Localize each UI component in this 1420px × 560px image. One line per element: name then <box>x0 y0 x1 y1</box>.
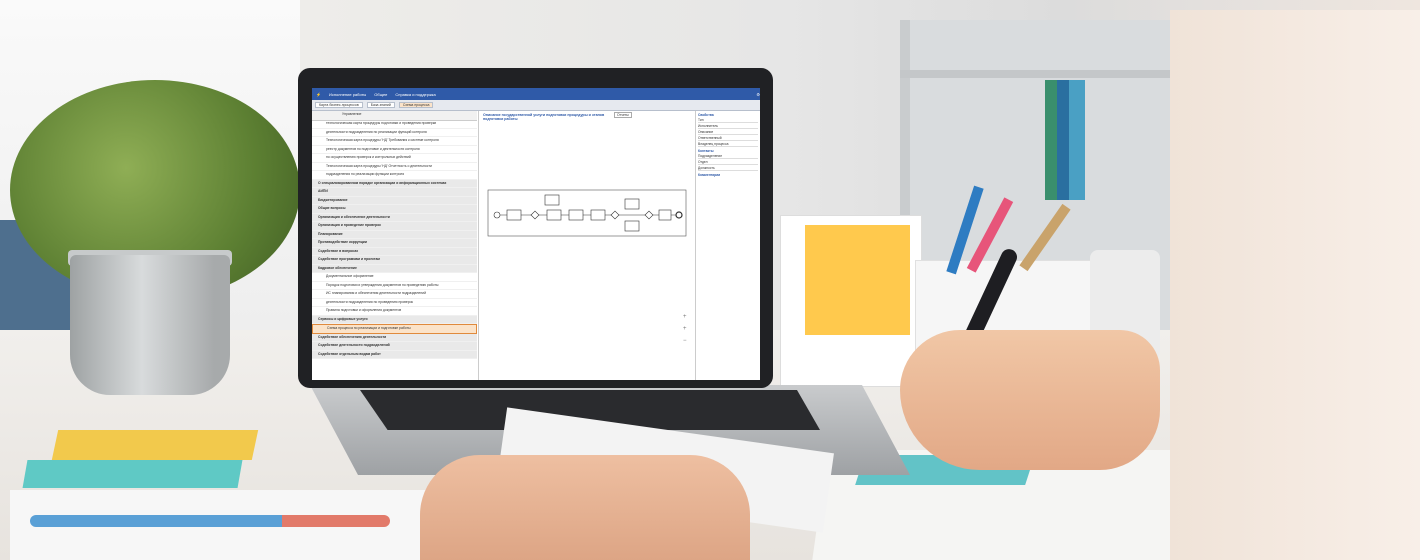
tree-item[interactable]: Схема процесса по реализации и подготовк… <box>312 324 477 334</box>
person-shoulder <box>1170 10 1420 560</box>
right-hand <box>900 330 1160 470</box>
tree-panel: технологическая карта процедуры подготов… <box>312 120 477 380</box>
tree-group[interactable]: Бюджетирование <box>312 196 477 205</box>
gateway-2 <box>610 210 620 220</box>
task-8 <box>658 209 672 221</box>
diagram-panel: Описание государственной услуги подготов… <box>478 111 696 380</box>
properties-heading: Свойства <box>698 113 714 117</box>
lightning-icon[interactable]: ⚡ <box>316 92 321 97</box>
zoom-in-icon[interactable]: + <box>683 323 687 335</box>
tree-group[interactable]: Общие вопросы <box>312 205 477 214</box>
shelf-board <box>900 70 1170 78</box>
app-topbar: ⚡ Исполнение работы Общее Справка и подд… <box>312 88 760 100</box>
property-row[interactable]: Тип <box>698 118 758 123</box>
tree-item[interactable]: по осуществлению проверок и контрольных … <box>312 154 477 163</box>
tree-group[interactable]: Противодействие коррупции <box>312 239 477 248</box>
contact-row[interactable]: Должность <box>698 166 758 171</box>
tree-item[interactable]: Порядок подготовки и утверждения докумен… <box>312 282 477 290</box>
gateway-3 <box>644 210 654 220</box>
menu-item-work[interactable]: Исполнение работы <box>329 92 366 97</box>
tree-group[interactable]: Организация и обеспечение деятельности <box>312 213 477 222</box>
tree-group[interactable]: Планирование <box>312 230 477 239</box>
tree-group[interactable]: Сервисы и цифровые услуги <box>312 315 477 324</box>
tree-group[interactable]: О специализированном порядке организации… <box>312 179 477 188</box>
tree-item[interactable]: деятельности подразделения по проведению… <box>312 299 477 307</box>
property-row[interactable]: Исполнитель <box>698 124 758 129</box>
tree-item[interactable]: Документальное оформление <box>312 273 477 282</box>
tab-process-map[interactable]: Карта бизнес-процессов <box>315 102 363 108</box>
reports-button[interactable]: Отчеты <box>614 112 632 118</box>
tab-bar: Карта бизнес-процессов База знаний Схема… <box>312 100 760 111</box>
bpmn-diagram <box>487 189 687 237</box>
task-4 <box>568 209 584 221</box>
zoom-out-icon[interactable]: − <box>683 335 687 347</box>
tree-group[interactable]: АИПИ <box>312 188 477 197</box>
paper-chart-bar <box>30 515 390 527</box>
property-row[interactable]: Ответственный <box>698 136 758 141</box>
left-hand <box>420 455 750 560</box>
task-7 <box>624 220 640 232</box>
tree-item[interactable]: реестр документов по подготовке и деятел… <box>312 146 477 154</box>
task-6 <box>624 198 640 210</box>
sticky-note-orange <box>805 225 910 335</box>
tab-knowledge-base[interactable]: База знаний <box>366 102 395 108</box>
tree-item[interactable]: Технологическая карта процедуры 'НД' Тре… <box>312 137 477 146</box>
property-row[interactable]: Владелец процесса <box>698 142 758 147</box>
start-event <box>493 211 501 219</box>
tree-group[interactable]: Организация и проведение проверок <box>312 222 477 231</box>
menu-item-general[interactable]: Общее <box>374 92 387 97</box>
tree-item[interactable]: деятельности подразделения по реализации… <box>312 129 477 137</box>
tree-group[interactable]: Содействие обеспечению деятельности <box>312 333 477 342</box>
tab-process-scheme[interactable]: Схема процесса <box>398 102 434 108</box>
books <box>1045 80 1085 200</box>
laptop-screen: ⚡ Исполнение работы Общее Справка и подд… <box>312 88 760 380</box>
tree-item[interactable]: ИС планирования и обеспечения деятельнос… <box>312 290 477 299</box>
diagram-title: Описание государственной услуги подготов… <box>483 113 605 121</box>
tree-item[interactable]: Правила подготовки и оформления документ… <box>312 307 477 316</box>
comments-heading: Комментарии <box>698 173 721 177</box>
gateway-1 <box>530 210 540 220</box>
tree-search-label[interactable]: Управление <box>342 112 361 116</box>
tree-group[interactable]: Содействие программам и проектам <box>312 256 477 265</box>
zoom-controls: + + − <box>683 311 687 347</box>
pan-icon[interactable]: + <box>683 311 687 323</box>
diagram-toolbar: Отчеты <box>614 112 694 121</box>
tree-group[interactable]: Содействие отдельным видам работ <box>312 350 477 359</box>
menu-item-help[interactable]: Справка и поддержка <box>395 92 435 97</box>
tree-group[interactable]: Кадровое обеспечение <box>312 264 477 273</box>
task-1 <box>506 209 522 221</box>
sticky-note-teal <box>22 460 243 488</box>
tree-group[interactable]: Содействие деятельности подразделений <box>312 342 477 351</box>
tree-group[interactable]: Содействие в вопросах <box>312 247 477 256</box>
property-row[interactable]: Описание <box>698 130 758 135</box>
tree-item[interactable]: подразделения по реализации функции конт… <box>312 171 477 180</box>
task-3 <box>546 209 562 221</box>
properties-panel: Свойства Тип Исполнитель Описание Ответс… <box>696 111 760 380</box>
contacts-heading: Контакты <box>698 149 714 153</box>
settings-icon[interactable]: ⚙ <box>756 92 760 97</box>
contact-row[interactable]: Отдел <box>698 160 758 165</box>
task-2 <box>544 194 560 206</box>
sticky-note-yellow <box>51 430 259 460</box>
end-event <box>675 211 683 219</box>
tree-item[interactable]: технологическая карта процедуры подготов… <box>312 120 477 129</box>
tree-item[interactable]: Технологическая карта процедуры 'НД' Отч… <box>312 163 477 171</box>
metal-pot <box>70 255 230 395</box>
contact-row[interactable]: Подразделение <box>698 154 758 159</box>
task-5 <box>590 209 606 221</box>
